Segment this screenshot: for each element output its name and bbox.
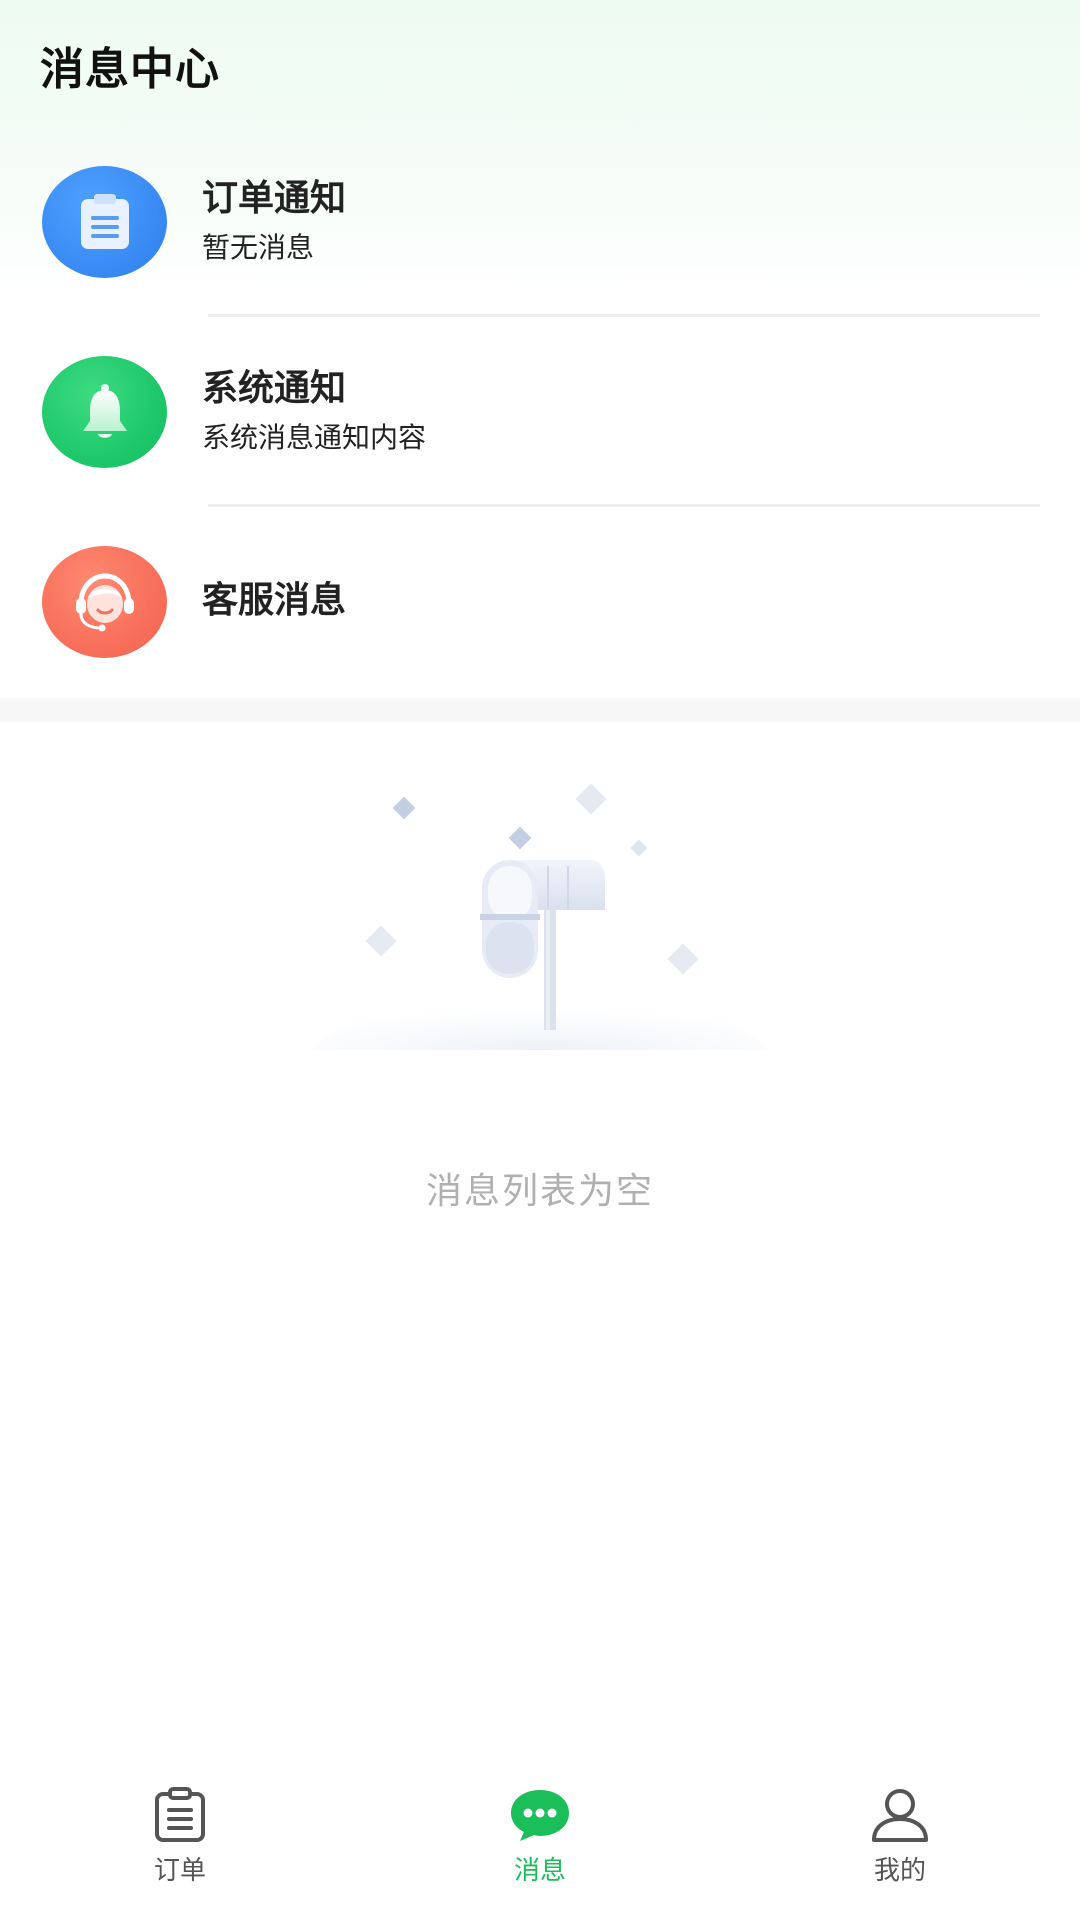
tab-label: 我的	[873, 1856, 926, 1886]
section-gap	[0, 698, 1080, 722]
clipboard-icon	[42, 166, 167, 278]
divider	[208, 314, 1040, 317]
message-item-order[interactable]: 订单通知 暂无消息	[0, 158, 1080, 348]
customer-service-icon	[42, 546, 167, 658]
order-list-icon	[145, 1780, 215, 1850]
message-item-title: 系统通知	[202, 368, 347, 409]
mailbox-icon	[300, 770, 780, 1050]
empty-state-text: 消息列表为空	[425, 1171, 654, 1212]
bottom-tab-bar: 订单 消息 我的	[0, 1770, 1080, 1920]
message-item-subtitle: 暂无消息	[202, 231, 315, 264]
message-center-page: 消息中心 订单通知 暂无消息 系统通知 系统消息通知内容 客服消息 消息列表为空…	[0, 0, 1080, 1920]
tab-label: 订单	[153, 1856, 206, 1886]
divider	[208, 504, 1040, 507]
tab-order[interactable]: 订单	[0, 1770, 360, 1920]
tab-profile[interactable]: 我的	[720, 1770, 1080, 1920]
profile-icon	[865, 1780, 935, 1850]
page-title: 消息中心	[40, 44, 220, 95]
message-item-system[interactable]: 系统通知 系统消息通知内容	[0, 348, 1080, 538]
message-item-title: 订单通知	[202, 178, 347, 219]
tab-messages[interactable]: 消息	[360, 1770, 720, 1920]
message-item-subtitle: 系统消息通知内容	[202, 421, 427, 454]
message-category-list: 订单通知 暂无消息 系统通知 系统消息通知内容 客服消息	[0, 158, 1080, 728]
chat-bubble-icon	[505, 1780, 575, 1850]
bell-icon	[42, 356, 167, 468]
tab-label: 消息	[513, 1856, 566, 1886]
message-item-title: 客服消息	[202, 580, 347, 621]
